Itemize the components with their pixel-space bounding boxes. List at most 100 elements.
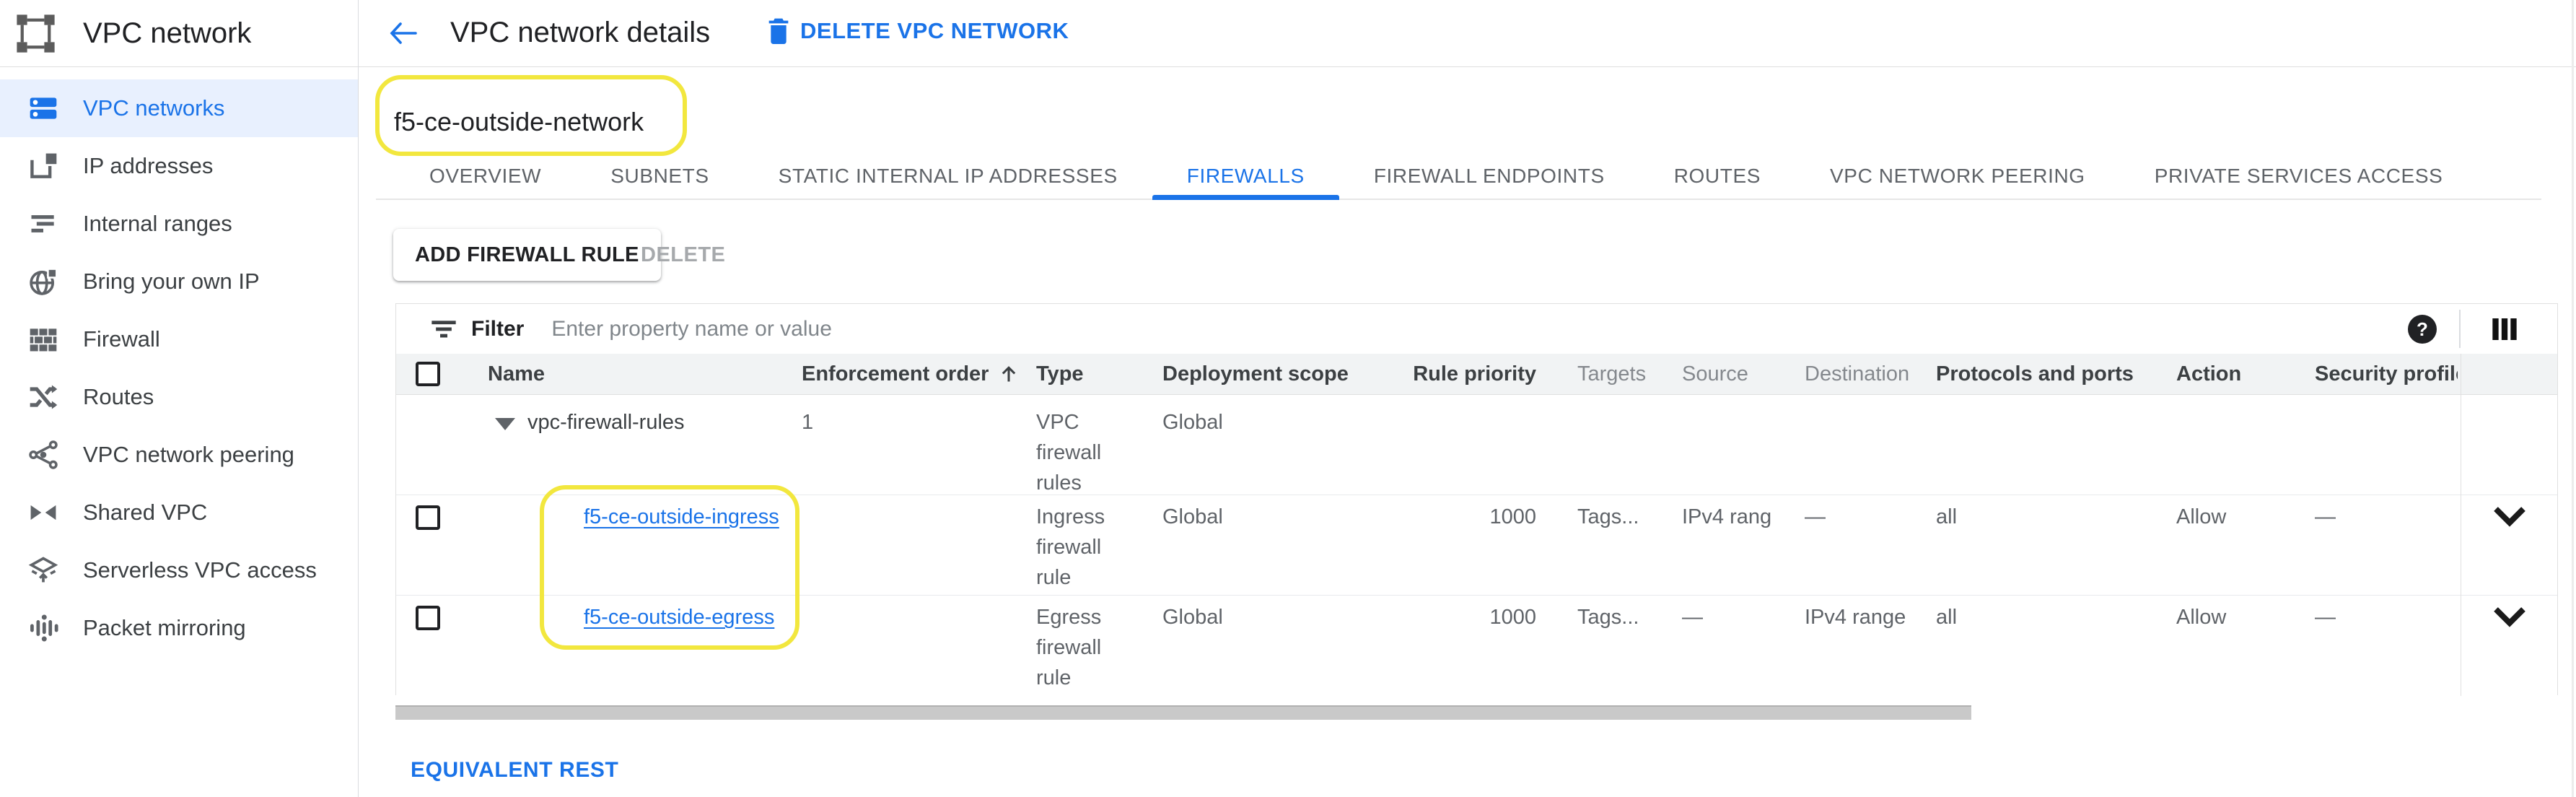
expand-row-chevron-icon[interactable]: [2493, 606, 2526, 627]
column-header-action[interactable]: Action: [2176, 354, 2241, 394]
sidebar-item-label: VPC networks: [83, 95, 224, 121]
column-header-targets[interactable]: Targets: [1577, 354, 1646, 394]
column-header-enforcement-order[interactable]: Enforcement order: [802, 354, 1019, 394]
table-row-f5-ce-outside-ingress: f5-ce-outside-ingress Ingress firewall r…: [396, 495, 2557, 596]
trash-icon: [767, 17, 790, 45]
column-header-security-profile-group[interactable]: Security profile gro: [2315, 354, 2458, 394]
add-firewall-rule-button[interactable]: ADD FIREWALL RULE: [393, 229, 661, 281]
help-glyph: ?: [2417, 318, 2428, 341]
cell-rule-priority: 1000: [1356, 502, 1536, 532]
group-name: vpc-firewall-rules: [527, 407, 685, 437]
column-header-deployment-scope[interactable]: Deployment scope: [1162, 354, 1349, 394]
tab-vpc-network-peering[interactable]: VPC NETWORK PEERING: [1795, 153, 2120, 199]
cell-action: Allow: [2176, 502, 2299, 532]
column-header-source[interactable]: Source: [1682, 354, 1748, 394]
sidebar-item-label: Internal ranges: [83, 211, 232, 237]
tab-private-services-access[interactable]: PRIVATE SERVICES ACCESS: [2120, 153, 2478, 199]
sidebar-item-bring-your-own-ip[interactable]: Bring your own IP: [0, 253, 358, 310]
column-header-type[interactable]: Type: [1036, 354, 1084, 394]
tab-firewall-endpoints[interactable]: FIREWALL ENDPOINTS: [1339, 153, 1639, 199]
sidebar-item-vpc-networks[interactable]: VPC networks: [0, 79, 358, 137]
sidebar-item-label: VPC network peering: [83, 442, 294, 468]
firewall-rule-link-ingress[interactable]: f5-ce-outside-ingress: [584, 505, 779, 528]
expand-row-chevron-icon[interactable]: [2493, 505, 2526, 527]
vpc-networks-icon: [26, 91, 61, 126]
column-header-destination[interactable]: Destination: [1805, 354, 1909, 394]
sidebar-item-label: Shared VPC: [83, 500, 207, 526]
sidebar-item-label: Packet mirroring: [83, 615, 246, 641]
sidebar: VPC network VPC networks: [0, 0, 359, 797]
table-row-group-vpc-firewall-rules: vpc-firewall-rules 1 VPC firewall rules …: [396, 395, 2557, 495]
column-header-name[interactable]: Name: [488, 354, 545, 394]
sidebar-item-label: Bring your own IP: [83, 269, 260, 295]
toolbar-divider: [2459, 310, 2461, 348]
filter-icon: [429, 315, 458, 344]
cell-targets: Tags...: [1577, 502, 1682, 532]
row-checkbox[interactable]: [416, 505, 440, 530]
sidebar-item-vpc-network-peering[interactable]: VPC network peering: [0, 426, 358, 484]
filter-label: Filter: [471, 317, 524, 341]
network-name: f5-ce-outside-network: [394, 107, 644, 137]
cell-source: —: [1682, 602, 1792, 632]
table-header-row: Name Enforcement order Type Deployment s…: [396, 354, 2557, 395]
cell-protocols-and-ports: all: [1936, 502, 2138, 532]
bring-your-own-ip-icon: [26, 264, 61, 299]
cell-type: Egress firewall rule: [1036, 602, 1141, 693]
sidebar-item-packet-mirroring[interactable]: Packet mirroring: [0, 599, 358, 657]
sidebar-item-firewall[interactable]: Firewall: [0, 310, 358, 368]
sidebar-item-shared-vpc[interactable]: Shared VPC: [0, 484, 358, 541]
table-row-f5-ce-outside-egress: f5-ce-outside-egress Egress firewall rul…: [396, 596, 2557, 696]
sidebar-item-label: Firewall: [83, 326, 160, 352]
sidebar-nav: VPC networks IP addresses Internal: [0, 79, 358, 657]
cell-deployment-scope: Global: [1162, 407, 1321, 437]
sidebar-item-routes[interactable]: Routes: [0, 368, 358, 426]
filter-bar: Filter ?: [396, 304, 2557, 354]
vpc-network-logo-icon: [15, 13, 56, 54]
cell-action: Allow: [2176, 602, 2299, 632]
delete-vpc-network-button[interactable]: DELETE VPC NETWORK: [767, 17, 1069, 45]
cell-security-profile-group: —: [2315, 502, 2458, 532]
cell-destination: —: [1805, 502, 1938, 532]
window-right-edge: [2572, 0, 2574, 797]
packet-mirroring-icon: [26, 611, 61, 645]
filter-input[interactable]: [551, 317, 1634, 341]
sidebar-item-label: Serverless VPC access: [83, 557, 317, 583]
firewall-icon: [26, 322, 61, 357]
tab-routes[interactable]: ROUTES: [1639, 153, 1795, 199]
page-header: VPC network details DELETE VPC NETWORK: [359, 0, 2576, 67]
back-arrow-icon[interactable]: [387, 19, 419, 48]
shared-vpc-icon: [26, 495, 61, 530]
delete-vpc-network-label: DELETE VPC NETWORK: [800, 18, 1069, 44]
cell-deployment-scope: Global: [1162, 602, 1321, 632]
cell-targets: Tags...: [1577, 602, 1682, 632]
sidebar-item-internal-ranges[interactable]: Internal ranges: [0, 195, 358, 253]
cell-source: IPv4 rang: [1682, 502, 1792, 532]
sidebar-header: VPC network: [0, 0, 358, 67]
row-checkbox[interactable]: [416, 606, 440, 630]
ip-addresses-icon: [26, 149, 61, 183]
vpc-network-peering-icon: [26, 437, 61, 472]
horizontal-scrollbar[interactable]: [395, 705, 1971, 720]
column-display-icon[interactable]: [2489, 315, 2520, 344]
sidebar-item-ip-addresses[interactable]: IP addresses: [0, 137, 358, 195]
tab-subnets[interactable]: SUBNETS: [576, 153, 743, 199]
tab-firewalls[interactable]: FIREWALLS: [1152, 153, 1339, 199]
column-header-rule-priority[interactable]: Rule priority: [1356, 354, 1536, 394]
delete-rule-button[interactable]: DELETE: [641, 229, 725, 281]
firewall-rule-link-egress[interactable]: f5-ce-outside-egress: [584, 606, 774, 629]
equivalent-rest-link[interactable]: EQUIVALENT REST: [411, 758, 618, 783]
collapse-group-icon[interactable]: [495, 418, 515, 430]
sidebar-item-label: IP addresses: [83, 153, 213, 179]
internal-ranges-icon: [26, 206, 61, 241]
cell-enforcement-order: 1: [802, 407, 813, 437]
cell-deployment-scope: Global: [1162, 502, 1321, 532]
tab-static-internal-ip-addresses[interactable]: STATIC INTERNAL IP ADDRESSES: [744, 153, 1152, 199]
select-all-checkbox[interactable]: [416, 362, 440, 386]
cell-destination: IPv4 range: [1805, 602, 1938, 632]
help-icon[interactable]: ?: [2408, 315, 2437, 344]
cell-type: VPC firewall rules: [1036, 407, 1141, 498]
sidebar-item-serverless-vpc-access[interactable]: Serverless VPC access: [0, 541, 358, 599]
tab-overview[interactable]: OVERVIEW: [395, 153, 576, 199]
column-header-protocols-and-ports[interactable]: Protocols and ports: [1936, 354, 2134, 394]
sort-ascending-icon: [999, 364, 1019, 384]
